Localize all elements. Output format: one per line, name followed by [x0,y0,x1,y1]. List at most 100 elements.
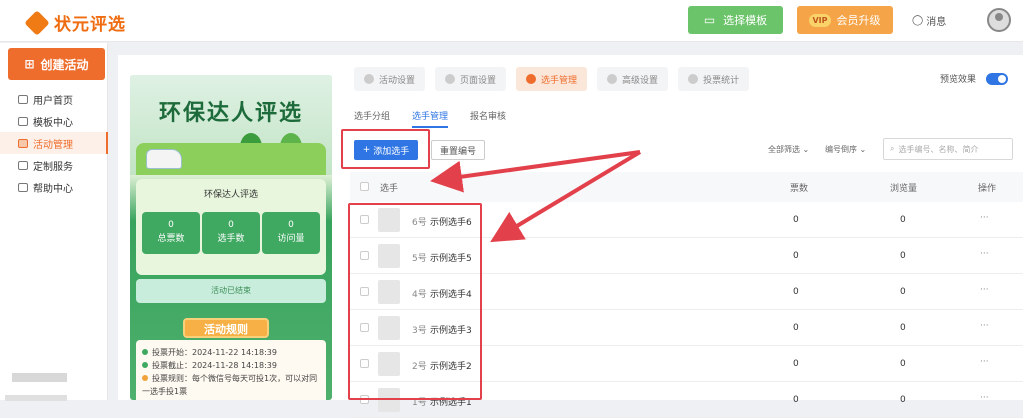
chevron-down-icon: ⌄ [859,145,867,154]
main-panel: 环保达人评选 环保达人评选 0 总票数 0 选手数 0 访问量 活动已结束 活动… [118,55,1023,418]
rule-text: 投票规则：每个微信号每天可投1次，可以对同一选手投1票 [142,374,318,396]
activity-icon [18,138,28,148]
stat-label: 选手数 [217,234,245,244]
more-actions-icon[interactable]: ··· [980,357,989,367]
more-actions-icon[interactable]: ··· [980,393,989,403]
rule-text: 投票截止：2024-11-28 14:18:39 [152,361,277,370]
tab-label: 页面设置 [460,75,497,86]
sidebar-item-label: 用户首页 [33,95,73,107]
stat-label: 访问量 [277,234,305,244]
column-header-views: 浏览量 [890,184,918,194]
subtab-contestants[interactable]: 选手管理 [412,109,449,128]
logo-icon [24,9,50,36]
vote-count: 0 [793,215,799,225]
tab-vote-stats[interactable]: 投票统计 [678,67,750,91]
tab-activity-settings[interactable]: 活动设置 [354,67,426,91]
stat-label: 总票数 [157,234,185,244]
preview-info-card: 环保达人评选 0 总票数 0 选手数 0 访问量 [136,179,326,275]
stat-visits: 0 访问量 [262,212,320,254]
annotation-box-list [348,203,482,400]
more-actions-icon[interactable]: ··· [980,285,989,295]
users-icon [526,74,537,84]
page-icon [445,74,456,84]
search-input[interactable]: ⌕ 选手编号、名称、简介 [883,138,1013,160]
tab-page-settings[interactable]: 页面设置 [435,67,507,91]
vip-upgrade-label: 会员升级 [836,14,881,27]
reset-numbers-button[interactable]: 重置编号 [431,140,485,160]
stat-value: 0 [168,220,174,230]
filter-all-dropdown[interactable]: 全部筛选 ⌄ [768,144,809,155]
rule-item: 投票开始：2024-11-22 14:18:39 [142,346,320,359]
create-activity-button[interactable]: ⊞ 创建活动 [8,48,105,80]
view-count: 0 [900,395,906,405]
help-icon [18,182,28,192]
search-placeholder: 选手编号、名称、简介 [898,144,979,154]
sidebar-item-label: 模板中心 [33,117,73,129]
vip-badge: VIP [809,13,831,27]
tab-label: 选手管理 [541,75,578,86]
home-icon [18,94,28,104]
annotation-box-add [341,129,430,169]
template-icon [18,116,28,126]
top-bar: 状元评选 ▭ 选择模板 VIP 会员升级 ◯ 消息 [0,0,1023,42]
plus-square-icon: ⊞ [24,57,35,71]
sidebar-item-label: 活动管理 [33,139,73,151]
tab-label: 投票统计 [703,75,740,86]
logo[interactable]: 状元评选 [24,9,126,36]
vip-upgrade-button[interactable]: VIP 会员升级 [797,6,893,34]
tab-label: 活动设置 [379,75,416,86]
advanced-icon [607,74,618,84]
more-actions-icon[interactable]: ··· [980,321,989,331]
vote-count: 0 [793,251,799,261]
view-count: 0 [900,251,906,261]
rule-item: 投票截止：2024-11-28 14:18:39 [142,359,320,372]
sidebar-item-activity[interactable]: 活动管理 [0,132,108,154]
subtab-signup-review[interactable]: 报名审核 [470,109,506,128]
avatar[interactable] [987,8,1011,32]
preview-effect-toggle[interactable]: 预览效果 [940,72,1009,85]
table-header: 选手 票数 浏览量 操作 [350,172,1023,202]
monitor-icon: ▭ [703,13,716,27]
dot-icon [142,375,148,381]
column-header-contestant: 选手 [380,184,399,194]
custom-icon [18,160,28,170]
sidebar-item-label: 帮助中心 [33,183,73,195]
subtab-groups[interactable]: 选手分组 [354,109,390,128]
message-label: 消息 [926,17,947,28]
sort-order-dropdown[interactable]: 编号倒序 ⌄ [825,144,866,155]
sidebar-item-help[interactable]: 帮助中心 [0,176,108,198]
settings-icon [364,74,374,84]
vote-count: 0 [793,287,799,297]
search-icon: ⌕ [890,144,895,153]
sort-order-label: 编号倒序 [825,145,857,154]
tab-advanced-settings[interactable]: 高级设置 [597,67,669,91]
dot-icon [142,362,148,368]
chevron-down-icon: ⌄ [802,145,810,154]
column-header-actions: 操作 [978,184,997,194]
view-count: 0 [900,287,906,297]
sidebar-item-templates[interactable]: 模板中心 [0,110,108,132]
tab-label: 高级设置 [622,75,659,86]
choose-template-button[interactable]: ▭ 选择模板 [688,6,783,34]
rule-text: 投票开始：2024-11-22 14:18:39 [152,348,277,357]
toggle-switch[interactable] [986,72,1009,85]
blurred-account-info [12,373,67,382]
logo-text: 状元评选 [54,15,126,35]
stat-value: 0 [228,220,234,230]
vote-count: 0 [793,395,799,405]
tab-contestant-management[interactable]: 选手管理 [516,67,588,91]
rule-item: 投票规则：每个微信号每天可投1次，可以对同一选手投1票 [142,372,320,398]
preview-effect-label: 预览效果 [940,75,977,85]
stat-value: 0 [288,220,294,230]
vote-count: 0 [793,359,799,369]
more-actions-icon[interactable]: ··· [980,249,989,259]
stat-total-votes: 0 总票数 [142,212,200,254]
sidebar-item-home[interactable]: 用户首页 [0,88,108,110]
message-button[interactable]: ◯ 消息 [912,13,946,28]
dot-icon [142,349,148,355]
stat-contestants: 0 选手数 [202,212,260,254]
select-all-checkbox[interactable] [360,182,369,191]
sidebar-item-custom[interactable]: 定制服务 [0,154,108,176]
sidebar-item-label: 定制服务 [33,161,73,173]
more-actions-icon[interactable]: ··· [980,213,989,223]
